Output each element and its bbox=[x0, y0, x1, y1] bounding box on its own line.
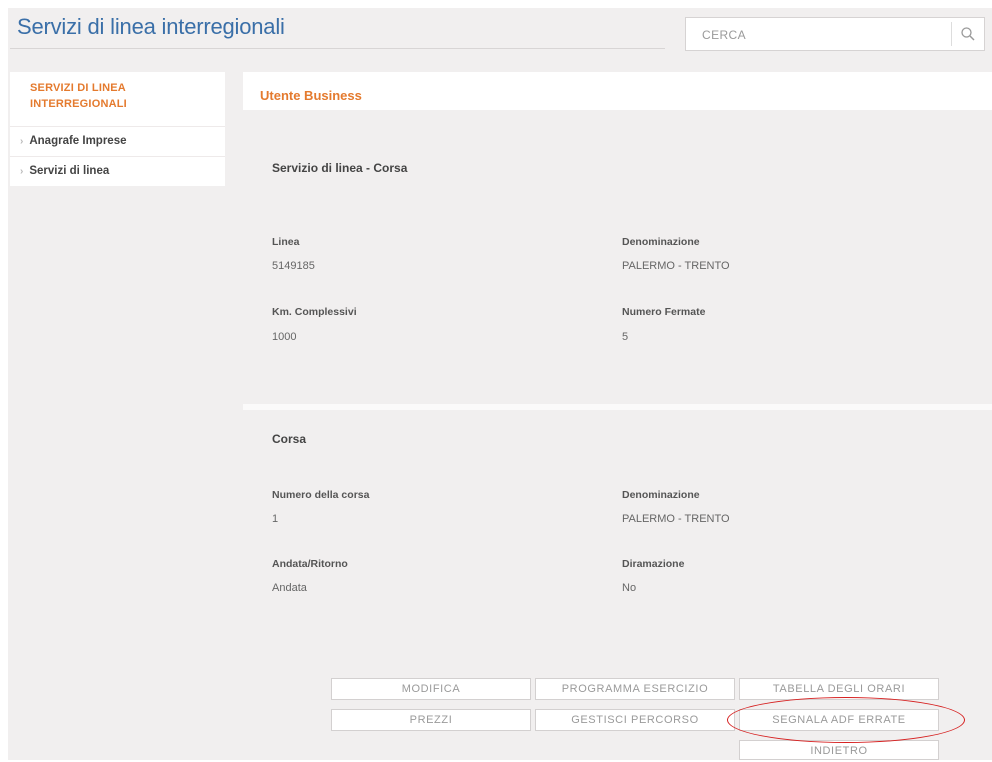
prezzi-button[interactable]: PREZZI bbox=[331, 709, 531, 731]
denominazione-label: Denominazione bbox=[622, 236, 700, 248]
fermate-label: Numero Fermate bbox=[622, 306, 706, 318]
linea-label: Linea bbox=[272, 236, 300, 248]
corsa-section-title: Corsa bbox=[272, 432, 307, 446]
corsa-denominazione-value: PALERMO - TRENTO bbox=[622, 513, 730, 525]
bullet-icon: › bbox=[20, 166, 24, 177]
sidebar-heading-line2: INTERREGIONALI bbox=[30, 98, 127, 110]
programma-esercizio-button[interactable]: PROGRAMMA ESERCIZIO bbox=[535, 678, 735, 700]
andata-ritorno-value: Andata bbox=[272, 582, 307, 594]
segnala-adf-errate-button[interactable]: SEGNALA ADF ERRATE bbox=[739, 709, 939, 731]
title-underline bbox=[10, 48, 665, 49]
servizio-section-title: Servizio di linea - Corsa bbox=[272, 161, 408, 175]
linea-value: 5149185 bbox=[272, 260, 315, 272]
diramazione-label: Diramazione bbox=[622, 558, 685, 570]
corsa-denominazione-label: Denominazione bbox=[622, 489, 700, 501]
sidebar-heading-line1: SERVIZI DI LINEA bbox=[30, 82, 126, 94]
fermate-value: 5 bbox=[622, 331, 629, 343]
km-label: Km. Complessivi bbox=[272, 306, 357, 318]
indietro-button[interactable]: INDIETRO bbox=[739, 740, 939, 760]
modifica-button[interactable]: MODIFICA bbox=[331, 678, 531, 700]
section-divider bbox=[243, 404, 992, 410]
andata-ritorno-label: Andata/Ritorno bbox=[272, 558, 348, 570]
page-title: Servizi di linea interregionali bbox=[17, 14, 285, 39]
sidebar-heading[interactable]: SERVIZI DI LINEA INTERREGIONALI bbox=[10, 72, 225, 126]
numero-corsa-value: 1 bbox=[272, 513, 279, 525]
gestisci-percorso-button[interactable]: GESTISCI PERCORSO bbox=[535, 709, 735, 731]
sidebar-item-anagrafe-imprese[interactable]: › Anagrafe Imprese bbox=[10, 126, 225, 156]
search-icon[interactable] bbox=[960, 26, 976, 42]
denominazione-value: PALERMO - TRENTO bbox=[622, 260, 730, 272]
sidebar: SERVIZI DI LINEA INTERREGIONALI › Anagraf… bbox=[10, 72, 225, 186]
tab-utente-business[interactable]: Utente Business bbox=[243, 72, 992, 110]
diramazione-value: No bbox=[622, 582, 637, 594]
search-separator bbox=[951, 22, 952, 46]
search-input[interactable]: CERCA bbox=[702, 28, 746, 42]
sidebar-item-servizi-di-linea[interactable]: › Servizi di linea bbox=[10, 156, 225, 186]
km-value: 1000 bbox=[272, 331, 297, 343]
tab-label: Utente Business bbox=[260, 88, 362, 103]
sidebar-item-label: Servizi di linea bbox=[29, 165, 110, 177]
numero-corsa-label: Numero della corsa bbox=[272, 489, 370, 501]
search-box[interactable]: CERCA bbox=[685, 17, 985, 51]
tabella-degli-orari-button[interactable]: TABELLA DEGLI ORARI bbox=[739, 678, 939, 700]
bullet-icon: › bbox=[20, 136, 24, 147]
sidebar-item-label: Anagrafe Imprese bbox=[29, 135, 127, 147]
